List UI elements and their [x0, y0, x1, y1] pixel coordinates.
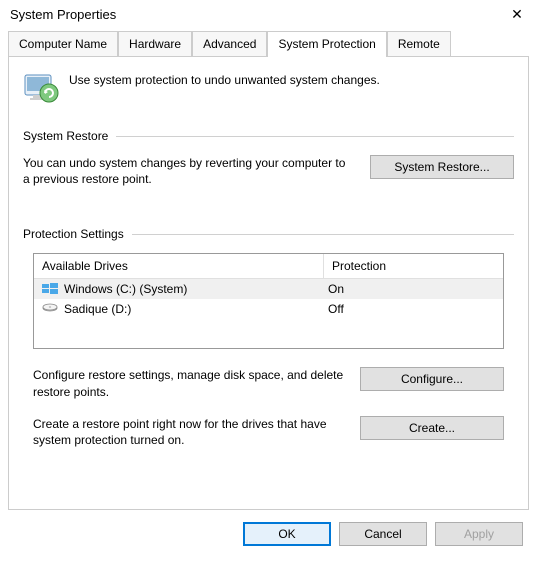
- titlebar: System Properties ✕: [0, 0, 537, 31]
- drive-name: Windows (C:) (System): [64, 282, 328, 296]
- system-restore-header: System Restore: [23, 129, 514, 143]
- system-restore-button[interactable]: System Restore...: [370, 155, 514, 179]
- tab-system-protection[interactable]: System Protection: [267, 31, 386, 57]
- apply-button[interactable]: Apply: [435, 522, 523, 546]
- drive-status: On: [328, 282, 495, 296]
- create-button[interactable]: Create...: [360, 416, 504, 440]
- system-protection-icon: [23, 71, 59, 107]
- table-row[interactable]: Sadique (D:) Off: [34, 299, 503, 319]
- drive-windows-icon: [42, 282, 58, 296]
- tab-computer-name[interactable]: Computer Name: [8, 31, 118, 56]
- protection-settings-header: Protection Settings: [23, 227, 514, 241]
- cancel-button[interactable]: Cancel: [339, 522, 427, 546]
- create-row: Create a restore point right now for the…: [33, 416, 504, 448]
- tab-panel: Use system protection to undo unwanted s…: [8, 56, 529, 510]
- drive-disk-icon: [42, 302, 58, 316]
- create-text: Create a restore point right now for the…: [33, 416, 344, 448]
- tab-advanced[interactable]: Advanced: [192, 31, 267, 56]
- divider: [116, 136, 514, 137]
- system-restore-label: System Restore: [23, 129, 108, 143]
- col-available-drives[interactable]: Available Drives: [34, 254, 324, 278]
- footer: OK Cancel Apply: [0, 510, 537, 546]
- restore-text: You can undo system changes by reverting…: [23, 155, 354, 187]
- drive-name: Sadique (D:): [64, 302, 328, 316]
- configure-text: Configure restore settings, manage disk …: [33, 367, 344, 399]
- col-protection[interactable]: Protection: [324, 254, 503, 278]
- tab-hardware[interactable]: Hardware: [118, 31, 192, 56]
- tab-remote[interactable]: Remote: [387, 31, 451, 56]
- drives-table-header: Available Drives Protection: [34, 254, 503, 279]
- configure-row: Configure restore settings, manage disk …: [33, 367, 504, 399]
- drive-status: Off: [328, 302, 495, 316]
- window-title: System Properties: [10, 7, 116, 22]
- intro-row: Use system protection to undo unwanted s…: [23, 71, 514, 107]
- drives-table: Available Drives Protection Windows (C:)…: [33, 253, 504, 349]
- protection-settings-label: Protection Settings: [23, 227, 124, 241]
- restore-row: You can undo system changes by reverting…: [23, 155, 514, 187]
- ok-button[interactable]: OK: [243, 522, 331, 546]
- table-row[interactable]: Windows (C:) (System) On: [34, 279, 503, 299]
- close-icon[interactable]: ✕: [505, 6, 529, 23]
- intro-text: Use system protection to undo unwanted s…: [69, 71, 380, 87]
- tabs: Computer Name Hardware Advanced System P…: [8, 31, 529, 56]
- divider: [132, 234, 514, 235]
- configure-button[interactable]: Configure...: [360, 367, 504, 391]
